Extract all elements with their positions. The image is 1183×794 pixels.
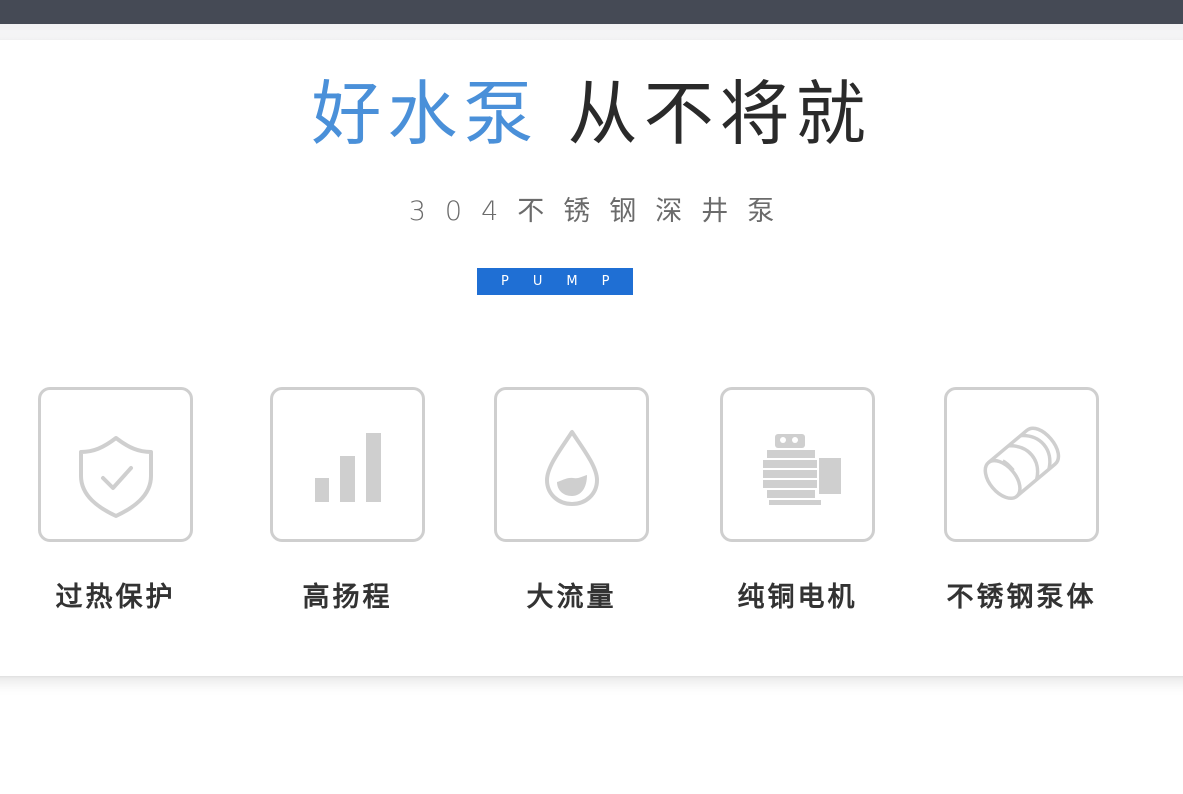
separator-band bbox=[0, 24, 1183, 40]
feature-label: 纯铜电机 bbox=[737, 582, 858, 613]
headline-dark: 从不将就 bbox=[567, 73, 872, 155]
feature-icon-box bbox=[494, 387, 649, 542]
feature-icon-box bbox=[38, 387, 193, 542]
subtitle: 304不锈钢深井泵 bbox=[408, 196, 794, 227]
feature-label: 不锈钢泵体 bbox=[946, 582, 1097, 613]
headline: 好水泵 从不将就 bbox=[0, 72, 1183, 156]
feature-icon-box bbox=[270, 387, 425, 542]
feature-label: 大流量 bbox=[526, 582, 617, 613]
pump-badge: PUMP bbox=[477, 268, 633, 295]
motor-icon bbox=[763, 434, 841, 505]
headline-blue: 好水泵 bbox=[311, 73, 540, 155]
signal-bars-icon bbox=[315, 433, 381, 502]
top-bar bbox=[0, 0, 1183, 24]
feature-icon-box bbox=[720, 387, 875, 542]
steel-pipe-icon bbox=[983, 426, 1061, 500]
feature-label: 高扬程 bbox=[302, 582, 393, 613]
water-drop-icon bbox=[545, 430, 599, 506]
shield-check-icon bbox=[79, 436, 153, 518]
feature-icon-box bbox=[944, 387, 1099, 542]
feature-label: 过热保护 bbox=[55, 582, 176, 613]
